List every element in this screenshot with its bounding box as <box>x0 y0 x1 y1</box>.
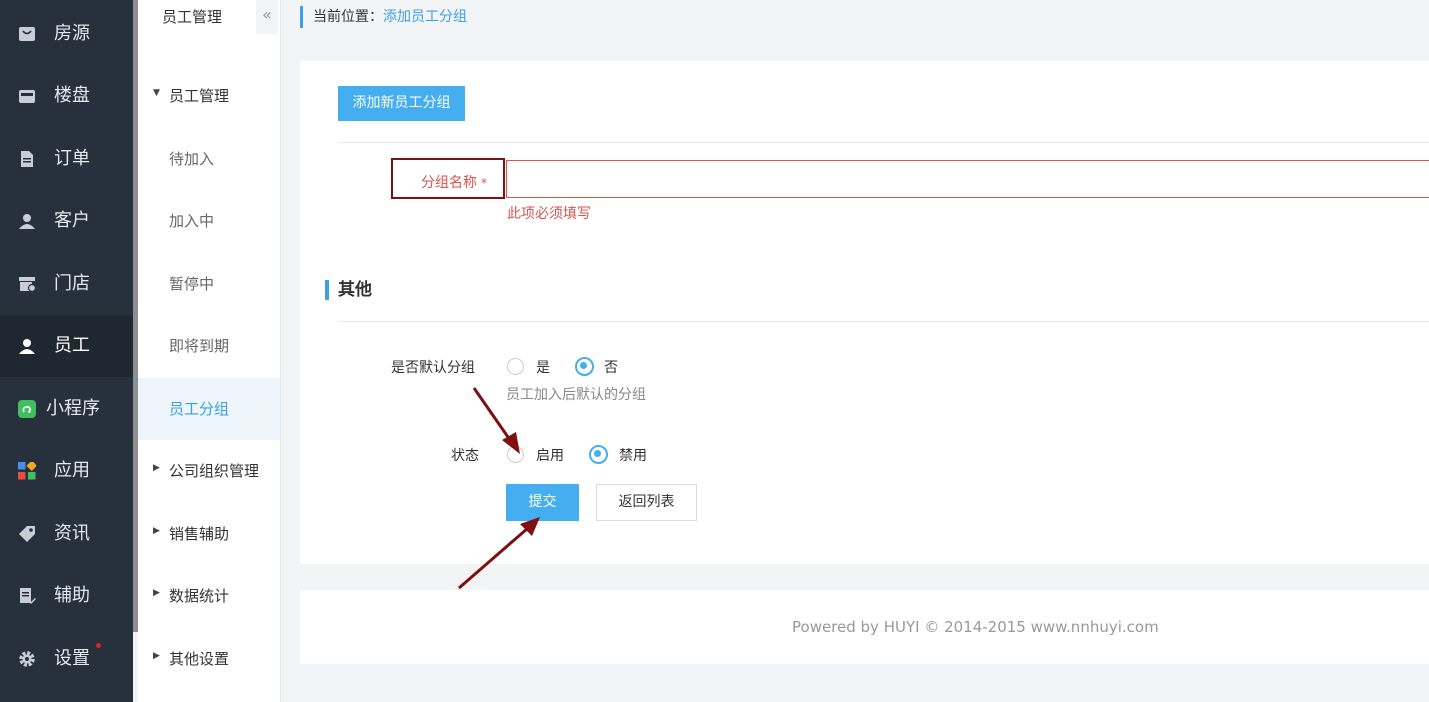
nav-item-orders[interactable]: 订单 <box>0 128 133 190</box>
nav-item-staff[interactable]: 员工 <box>0 315 133 377</box>
nav-item-mini-program[interactable]: 小程序 <box>0 378 133 440</box>
caret-right-icon: ▶ <box>153 463 160 473</box>
nav-label: 资讯 <box>54 523 90 544</box>
subnav-label: 即将到期 <box>169 337 230 355</box>
mini-program-icon <box>18 400 36 418</box>
user-icon <box>18 337 36 355</box>
nav-item-assist[interactable]: 辅助 <box>0 565 133 627</box>
nav-label: 员工 <box>54 335 90 356</box>
caret-right-icon: ▶ <box>153 588 160 598</box>
status-disabled-radio[interactable] <box>589 445 608 464</box>
error-message: 此项必须填写 <box>507 206 591 222</box>
subnav-item-paused[interactable]: 暂停中 <box>138 253 280 315</box>
nav-label: 客户 <box>54 210 90 231</box>
subnav-label: 其他设置 <box>169 650 230 668</box>
breadcrumb-prefix: 当前位置： <box>313 9 383 25</box>
nav-item-news[interactable]: 资讯 <box>0 503 133 565</box>
nav-label: 应用 <box>54 460 90 481</box>
apps-icon <box>18 462 36 480</box>
store-icon <box>18 275 36 293</box>
nav-label: 小程序 <box>46 398 100 419</box>
main-sidebar: 房源 楼盘 订单 客户 门店 员工 小程序 应用 资讯 辅助 设置 <box>0 0 133 702</box>
nav-label: 门店 <box>54 273 90 294</box>
nav-item-settings[interactable]: 设置 <box>0 628 133 690</box>
default-help-text: 员工加入后默认的分组 <box>506 387 646 403</box>
back-to-list-button[interactable]: 返回列表 <box>596 484 697 521</box>
nav-item-buildings[interactable]: 楼盘 <box>0 65 133 127</box>
subnav-item-pending[interactable]: 待加入 <box>138 128 280 190</box>
subnav-label: 待加入 <box>169 150 215 168</box>
subnav-group-other[interactable]: ▶ 其他设置 <box>138 628 280 690</box>
tag-icon <box>18 525 36 543</box>
nav-item-customers[interactable]: 客户 <box>0 190 133 252</box>
subnav-group-org[interactable]: ▶ 公司组织管理 <box>138 440 280 502</box>
nav-label: 辅助 <box>54 585 90 606</box>
subnav-label: 加入中 <box>169 212 215 230</box>
subnav-label: 销售辅助 <box>169 525 230 543</box>
nav-item-stores[interactable]: 门店 <box>0 253 133 315</box>
status-label: 状态 <box>451 448 479 464</box>
subnav-label: 员工分组 <box>169 400 230 418</box>
required-mark: * <box>481 176 487 190</box>
subnav-label: 暂停中 <box>169 275 215 293</box>
document-icon <box>18 150 36 168</box>
add-group-button[interactable]: 添加新员工分组 <box>338 86 465 121</box>
subnav-group-sales[interactable]: ▶ 销售辅助 <box>138 503 280 565</box>
caret-right-icon: ▶ <box>153 651 160 661</box>
breadcrumb: 当前位置：添加员工分组 <box>300 6 467 28</box>
group-name-input[interactable] <box>506 160 1429 198</box>
group-name-label-text: 分组名称 <box>421 175 477 191</box>
nav-label: 设置 <box>54 648 90 669</box>
nav-label: 房源 <box>54 23 90 44</box>
breadcrumb-current[interactable]: 添加员工分组 <box>383 9 467 25</box>
nav-item-apps[interactable]: 应用 <box>0 440 133 502</box>
subnav-item-expiring[interactable]: 即将到期 <box>138 315 280 377</box>
nav-item-listings[interactable]: 房源 <box>0 3 133 65</box>
user-icon <box>18 212 36 230</box>
edit-doc-icon <box>18 587 36 605</box>
group-name-label: 分组名称 * <box>421 172 487 192</box>
section-title: 其他 <box>325 280 372 300</box>
nav-label: 楼盘 <box>54 85 90 106</box>
default-yes-radio[interactable] <box>507 358 524 375</box>
building-icon <box>18 87 36 105</box>
sub-sidebar: 员工管理 « ▼ 员工管理 待加入 加入中 暂停中 即将到期 员工分组 ▶ 公司… <box>138 0 281 702</box>
caret-down-icon: ▼ <box>153 88 160 98</box>
form-card: 添加新员工分组 分组名称 * 此项必须填写 其他 是否默认分组 是 否 员工加入后… <box>300 61 1429 564</box>
notification-dot <box>96 643 101 648</box>
default-yes-text[interactable]: 是 <box>536 357 550 377</box>
subnav-title: 员工管理 <box>162 8 223 26</box>
subnav-label: 员工管理 <box>169 87 230 105</box>
bag-icon <box>18 25 36 43</box>
submit-button[interactable]: 提交 <box>506 484 579 521</box>
status-disabled-text[interactable]: 禁用 <box>619 445 647 465</box>
subnav-item-staff-groups[interactable]: 员工分组 <box>138 378 280 440</box>
default-no-radio[interactable] <box>575 357 594 376</box>
footer-text: Powered by HUYI © 2014-2015 www.nnhuyi.c… <box>792 618 1159 636</box>
caret-right-icon: ▶ <box>153 526 160 536</box>
nav-label: 订单 <box>54 148 90 169</box>
subnav-group-stats[interactable]: ▶ 数据统计 <box>138 565 280 627</box>
subnav-label: 公司组织管理 <box>169 462 260 480</box>
default-no-text[interactable]: 否 <box>604 357 618 377</box>
subnav-group-staff[interactable]: ▼ 员工管理 <box>138 65 280 127</box>
collapse-icon[interactable]: « <box>256 0 278 34</box>
subnav-label: 数据统计 <box>169 587 230 605</box>
footer: Powered by HUYI © 2014-2015 www.nnhuyi.c… <box>300 590 1429 664</box>
divider <box>338 321 1429 322</box>
status-enabled-radio[interactable] <box>507 446 524 463</box>
default-group-label: 是否默认分组 <box>391 360 475 376</box>
status-enabled-text[interactable]: 启用 <box>536 445 564 465</box>
gear-icon <box>18 650 36 668</box>
subnav-item-joining[interactable]: 加入中 <box>138 190 280 252</box>
divider <box>338 142 1429 143</box>
